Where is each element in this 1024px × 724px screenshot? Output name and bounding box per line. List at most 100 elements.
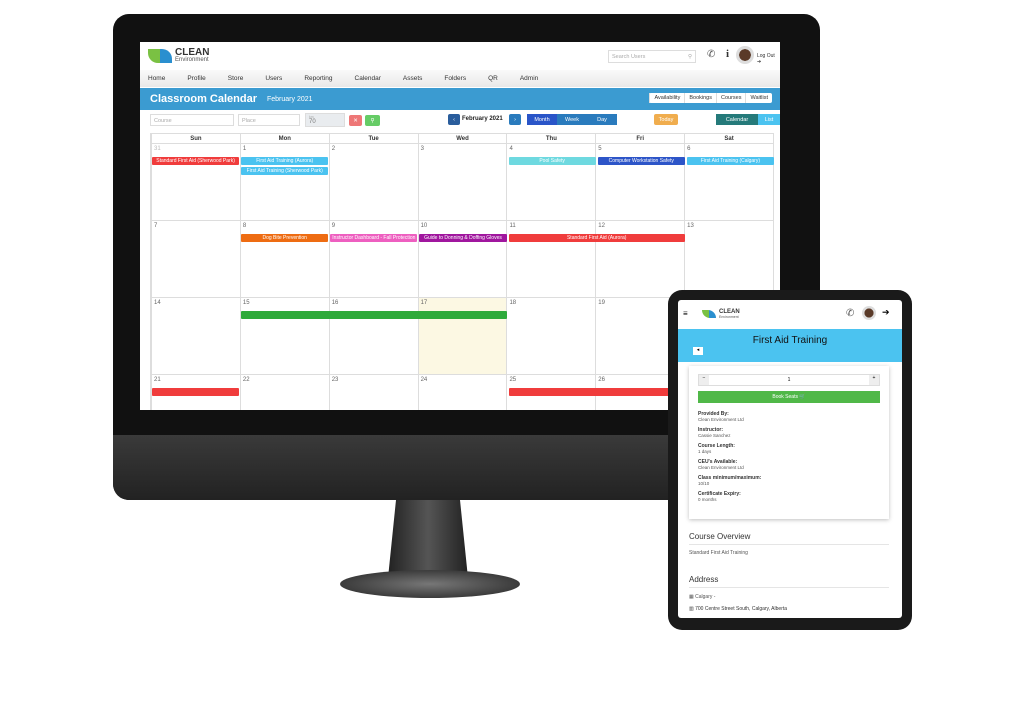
today-button[interactable]: Today <box>654 114 678 125</box>
km-input[interactable]: km 70 <box>305 113 345 127</box>
nav-admin[interactable]: Admin <box>520 75 538 82</box>
day-number: 9 <box>331 223 336 229</box>
calendar-event[interactable]: First Aid Training (Aurora) <box>241 157 329 165</box>
tab-waitlist[interactable]: Waitlist <box>745 93 772 103</box>
calendar-event[interactable]: Guide to Donning & Doffing Gloves <box>419 234 507 242</box>
calendar-event[interactable]: Standard First Aid (Sherwood Park) <box>152 157 240 165</box>
logo[interactable]: CLEAN Environment <box>148 48 209 63</box>
day-number: 22 <box>242 377 250 383</box>
day-cell[interactable]: 18 <box>506 298 595 374</box>
search-users-input[interactable]: Search Users ⚲ <box>608 50 696 63</box>
nav-folders[interactable]: Folders <box>444 75 466 82</box>
increment-button[interactable]: + <box>869 375 879 385</box>
calendar-event[interactable] <box>152 388 240 396</box>
phone-icon[interactable]: ✆ <box>707 49 715 60</box>
day-cell[interactable]: 5 <box>595 144 684 220</box>
calendar-event[interactable]: Dog Bite Prevention <box>241 234 329 242</box>
avatar[interactable] <box>862 306 876 320</box>
weekday-thu: Thu <box>506 134 595 143</box>
day-number: 10 <box>420 223 428 229</box>
course-input[interactable]: Course <box>150 114 234 126</box>
info-icon[interactable]: i <box>726 48 729 60</box>
tablet-header: First Aid Training ◂ <box>678 329 902 362</box>
nav-reporting[interactable]: Reporting <box>304 75 332 82</box>
day-cell[interactable]: 1 <box>239 144 329 220</box>
quantity-stepper[interactable]: − 1 + <box>698 374 880 386</box>
day-cell[interactable]: 17 <box>417 298 507 374</box>
day-cell[interactable]: 31 <box>151 144 240 220</box>
calendar-event[interactable]: Instructor Dashboard - Fall Protection <box>330 234 418 242</box>
phone-icon[interactable]: ✆ <box>846 308 854 319</box>
back-button[interactable]: ◂ <box>693 347 703 355</box>
day-number: 24 <box>420 377 428 383</box>
view-week-button[interactable]: Week <box>557 114 587 125</box>
day-cell[interactable]: 3 <box>417 144 507 220</box>
view-month-button[interactable]: Month <box>527 114 557 125</box>
mode-calendar-button[interactable]: Calendar <box>716 114 758 125</box>
quantity-value[interactable]: 1 <box>709 377 869 383</box>
prev-month-button[interactable]: ‹ <box>448 114 460 125</box>
decrement-button[interactable]: − <box>699 375 709 385</box>
day-cell[interactable]: 22 <box>239 375 329 410</box>
day-cell[interactable]: 11 <box>506 221 595 297</box>
calendar-week: 7 8 9 10 11 12 13 Dog Bite Prevention Instructor… <box>151 221 773 298</box>
nav-assets[interactable]: Assets <box>403 75 423 82</box>
detail-value: Cassie Sanchez <box>698 433 731 438</box>
menu-icon[interactable]: ≡ <box>683 309 688 318</box>
book-seats-button[interactable]: Book Seats 🛒 <box>698 391 880 403</box>
day-number: 26 <box>598 377 605 383</box>
nav-qr[interactable]: QR <box>488 75 498 82</box>
search-icon[interactable]: ⚲ <box>688 54 692 60</box>
weekday-wed: Wed <box>417 134 507 143</box>
calendar-event[interactable] <box>241 311 507 319</box>
next-month-button[interactable]: › <box>509 114 521 125</box>
view-day-button[interactable]: Day <box>587 114 617 125</box>
day-cell[interactable]: 23 <box>328 375 418 410</box>
calendar-event[interactable]: Pool Safety <box>508 157 596 165</box>
month-label: February 2021 <box>462 116 503 122</box>
day-cell[interactable]: 16 <box>328 298 418 374</box>
logout-icon[interactable]: ➔ <box>882 307 890 318</box>
tab-availability[interactable]: Availability <box>649 93 684 103</box>
avatar[interactable] <box>736 46 754 64</box>
tab-bookings[interactable]: Bookings <box>684 93 716 103</box>
day-number: 15 <box>242 300 250 306</box>
calendar-event[interactable]: First Aid Training (Calgary) <box>686 157 774 165</box>
day-cell[interactable]: 24 <box>417 375 507 410</box>
logo-text: CLEAN <box>175 47 210 58</box>
nav-calendar[interactable]: Calendar <box>355 75 381 82</box>
day-cell[interactable]: 8 <box>239 221 329 297</box>
day-cell[interactable]: 4 <box>506 144 595 220</box>
nav-store[interactable]: Store <box>228 75 244 82</box>
day-cell[interactable]: 14 <box>151 298 240 374</box>
day-cell[interactable]: 10 <box>417 221 507 297</box>
place-input[interactable]: Place <box>238 114 300 126</box>
day-cell[interactable]: 12 <box>595 221 684 297</box>
mode-list-button[interactable]: List <box>758 114 780 125</box>
nav-home[interactable]: Home <box>148 75 165 82</box>
day-number: 4 <box>509 146 513 152</box>
nav-profile[interactable]: Profile <box>187 75 205 82</box>
day-number: 3 <box>420 146 424 152</box>
nav-users[interactable]: Users <box>265 75 282 82</box>
tablet-logo[interactable]: CLEAN Environment <box>702 309 740 319</box>
overview-text: Standard First Aid Training <box>689 550 748 556</box>
day-number: 21 <box>154 377 161 383</box>
booking-card: − 1 + Book Seats 🛒 Provided By: Clean Env… <box>689 366 889 519</box>
day-cell[interactable]: 2 <box>328 144 418 220</box>
tab-courses[interactable]: Courses <box>715 93 745 103</box>
calendar-event[interactable]: First Aid Training (Sherwood Park) <box>241 167 329 175</box>
day-cell[interactable]: 9 <box>328 221 418 297</box>
day-cell[interactable]: 13 <box>684 221 773 297</box>
calendar-event[interactable]: Standard First Aid (Aurora) <box>508 234 685 242</box>
logo-leaf-icon <box>702 310 716 318</box>
day-cell[interactable]: 6 <box>684 144 773 220</box>
day-cell[interactable]: 15 <box>239 298 329 374</box>
day-cell[interactable]: 7 <box>151 221 240 297</box>
day-number: 16 <box>331 300 339 306</box>
search-button[interactable]: ⚲ <box>365 115 380 126</box>
search-placeholder: Search Users <box>612 54 646 60</box>
calendar-event[interactable]: Computer Workstation Safety <box>597 157 685 165</box>
logout-link[interactable]: Log Out ➔ <box>757 53 780 65</box>
clear-button[interactable]: ✕ <box>349 115 362 126</box>
